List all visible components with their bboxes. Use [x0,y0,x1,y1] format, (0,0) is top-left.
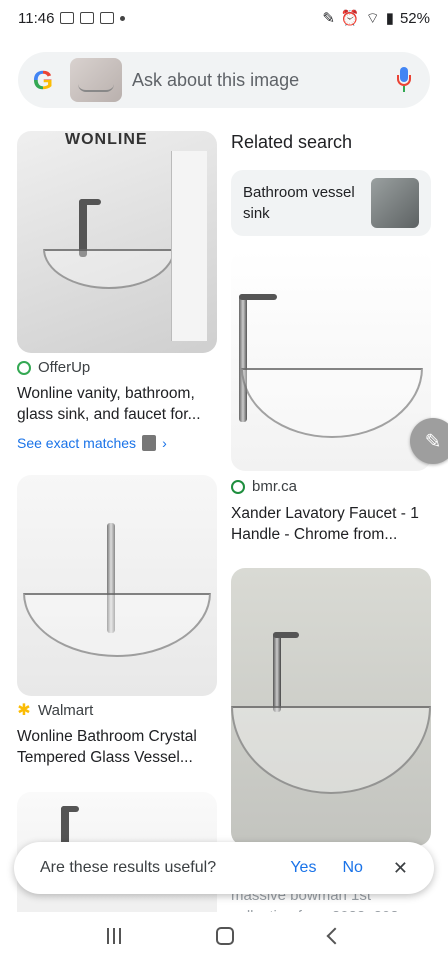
edit-status-icon: ✎ [322,10,335,27]
close-icon[interactable]: ✕ [393,858,408,879]
related-search-label: Bathroom vessel sink [243,184,355,222]
back-icon[interactable] [326,927,344,945]
related-search-thumbnail [371,178,419,228]
feedback-yes-button[interactable]: Yes [290,859,316,877]
notification-icon [100,12,115,24]
query-image-thumbnail[interactable] [70,58,122,102]
result-source[interactable]: OfferUp [17,359,90,376]
status-bar: 11:46 ✎ ⏰ ⌔ ▮ 52% [0,0,448,36]
feedback-question: Are these results useful? [40,859,217,876]
result-title[interactable]: Wonline vanity, bathroom, glass sink, an… [17,383,217,425]
google-logo[interactable]: G [30,67,56,93]
source-name: Walmart [38,702,94,719]
pencil-icon[interactable]: ✎ [410,418,448,464]
battery-level: 52% [399,9,430,27]
feedback-no-button[interactable]: No [342,859,362,877]
home-icon[interactable] [215,927,234,945]
result-title[interactable]: Xander Lavatory Faucet - 1 Handle - Chro… [231,503,431,545]
status-time: 11:46 [18,9,55,27]
search-input[interactable]: Ask about this image [132,70,396,91]
signal-icon: ▮ [385,10,394,27]
result-image-walmart[interactable] [17,475,217,696]
result-title[interactable]: Wonline Bathroom Crystal Tempered Glass … [17,726,217,768]
walmart-icon: ✱ [17,701,31,719]
more-notifications-icon [120,15,126,21]
result-source[interactable]: bmr.ca [231,478,297,495]
source-name: OfferUp [38,359,91,376]
result-image[interactable] [231,568,431,846]
wifi-icon: ⌔ [365,9,380,27]
chevron-right-icon: › [162,435,167,451]
offerup-icon [17,360,31,375]
qr-icon [80,12,95,24]
exact-match-thumbnail [142,435,157,451]
result-source[interactable]: ✱ Walmart [17,702,93,719]
source-name: bmr.ca [252,478,298,495]
mic-icon[interactable] [396,67,412,93]
see-exact-matches-link[interactable]: See exact matches › [17,435,167,451]
result-image-wonline[interactable]: WONLINE [17,131,217,353]
gallery-icon [60,12,75,24]
feedback-toast: Are these results useful? Yes No ✕ [14,842,434,894]
lens-search-bar[interactable]: G Ask about this image [18,52,430,108]
alarm-icon: ⏰ [340,10,360,27]
related-search-card[interactable]: Bathroom vessel sink [231,170,431,236]
packaging-panel [171,151,207,341]
see-exact-label: See exact matches [17,435,137,451]
related-search-heading: Related search [231,132,353,152]
image-brand-text: WONLINE [65,131,148,148]
bmr-icon [231,479,245,494]
result-image-bmr[interactable] [231,250,431,471]
recent-apps-icon[interactable] [107,928,122,944]
system-nav-bar [0,912,448,960]
